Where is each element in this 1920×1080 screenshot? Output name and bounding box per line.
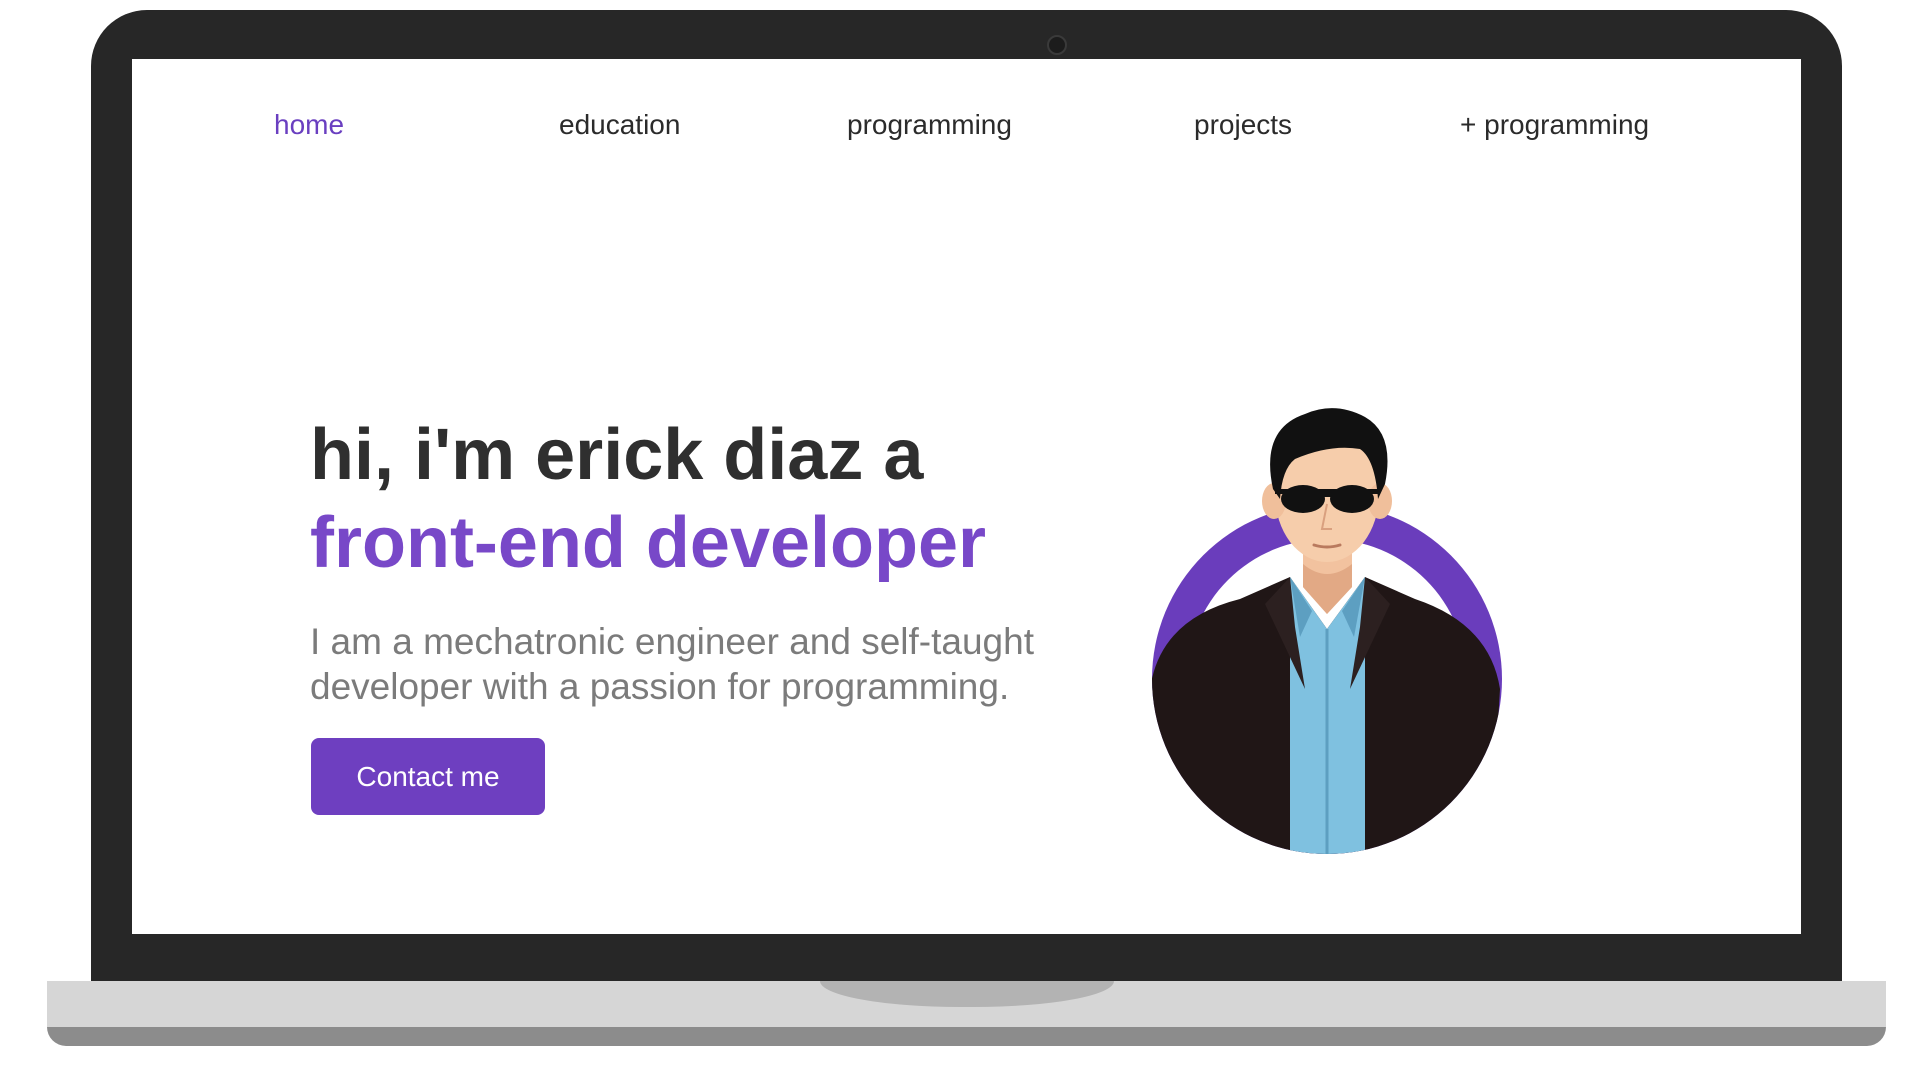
camera-icon: [1047, 35, 1067, 55]
nav-item-education[interactable]: education: [559, 109, 680, 141]
nav-item-home[interactable]: home: [274, 109, 344, 141]
contact-me-button[interactable]: Contact me: [311, 738, 545, 815]
nav-item-more-programming[interactable]: + programming: [1460, 109, 1649, 141]
hero-title: hi, i'm erick diaz a: [310, 415, 924, 495]
laptop-mockup: home education programming projects + pr…: [0, 0, 1920, 1080]
top-navigation: home education programming projects + pr…: [132, 59, 1801, 189]
developer-avatar-illustration: [1090, 389, 1560, 889]
laptop-screen: home education programming projects + pr…: [132, 59, 1801, 934]
hero-description: I am a mechatronic engineer and self-tau…: [310, 621, 1034, 707]
nav-item-projects[interactable]: projects: [1194, 109, 1292, 141]
hero-subtitle: front-end developer: [310, 503, 987, 583]
laptop-base-shadow: [47, 1027, 1886, 1046]
nav-item-programming[interactable]: programming: [847, 109, 1012, 141]
